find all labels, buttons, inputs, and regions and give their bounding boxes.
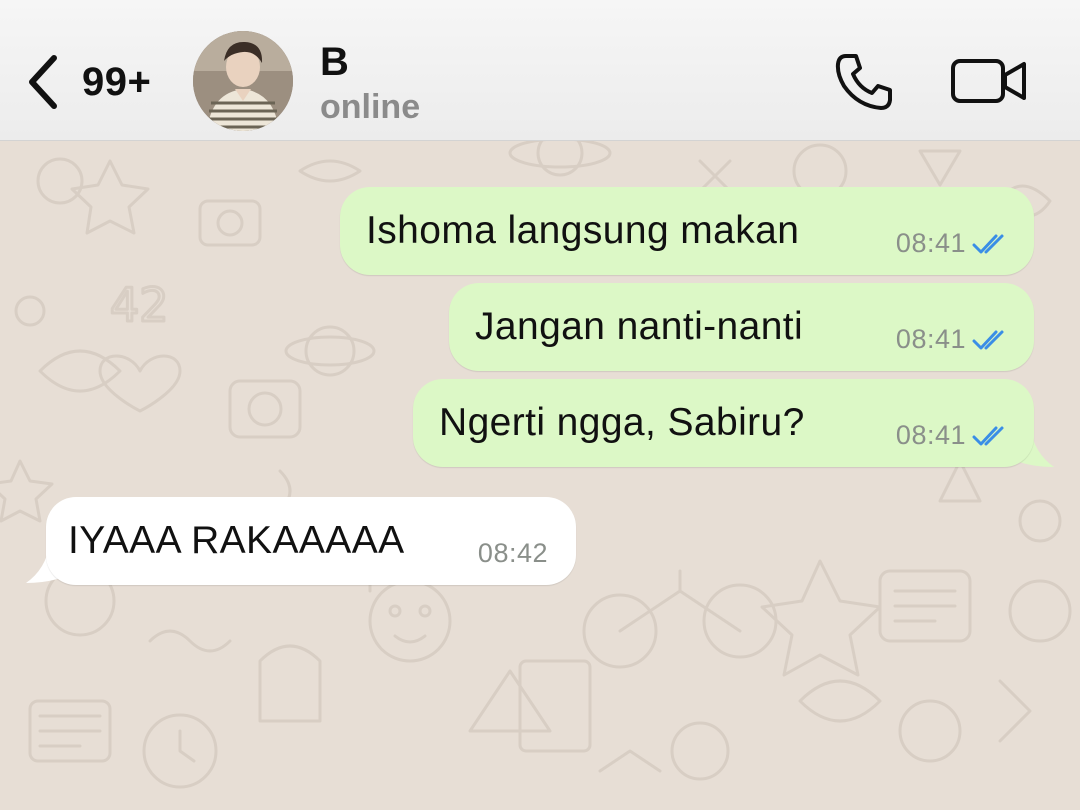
chat-header: 99+ B online bbox=[0, 0, 1080, 141]
double-check-icon bbox=[972, 330, 1004, 349]
message-time: 08:41 bbox=[895, 420, 966, 450]
message-bubble-outgoing[interactable]: Ngerti ngga, Sabiru? 08:41 bbox=[413, 379, 1034, 467]
chevron-left-icon bbox=[29, 55, 57, 109]
message-bubble-incoming[interactable]: IYAAA RAKAAAAA 08:42 bbox=[46, 497, 576, 585]
unread-count: 99+ bbox=[82, 59, 152, 104]
avatar-image bbox=[193, 31, 293, 131]
message-bubble-outgoing[interactable]: Ishoma langsung makan 08:41 bbox=[340, 187, 1034, 275]
avatar[interactable] bbox=[193, 31, 293, 131]
contact-name[interactable]: B bbox=[320, 40, 349, 85]
back-button[interactable]: 99+ bbox=[22, 46, 172, 118]
message-time: 08:41 bbox=[895, 228, 966, 258]
contact-status: online bbox=[320, 88, 421, 126]
message-time: 08:41 bbox=[895, 324, 966, 354]
message-text: Ngerti ngga, Sabiru? bbox=[439, 401, 805, 444]
message-text: Ishoma langsung makan bbox=[366, 209, 800, 252]
message-time: 08:42 bbox=[477, 538, 548, 568]
svg-text:42: 42 bbox=[110, 278, 169, 332]
video-camera-icon[interactable] bbox=[950, 56, 1028, 106]
phone-icon[interactable] bbox=[832, 50, 896, 114]
message-text: Jangan nanti-nanti bbox=[475, 305, 804, 348]
double-check-icon bbox=[972, 234, 1004, 253]
message-bubble-outgoing[interactable]: Jangan nanti-nanti 08:41 bbox=[449, 283, 1034, 371]
message-text: IYAAA RAKAAAAA bbox=[68, 519, 405, 562]
double-check-icon bbox=[972, 426, 1004, 445]
chat-area[interactable]: 42 Ishoma langsung makan 08:41 Jangan na… bbox=[0, 141, 1080, 810]
